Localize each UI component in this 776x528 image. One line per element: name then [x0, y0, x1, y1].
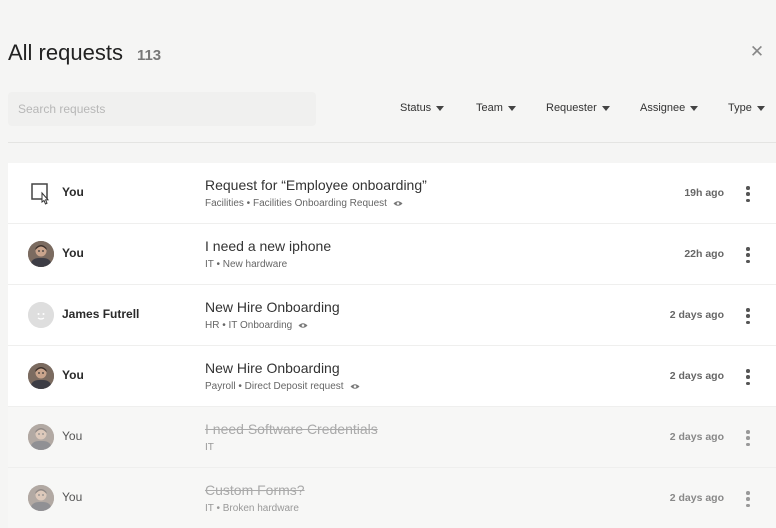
filter-label: Requester	[546, 102, 597, 114]
caret-down-icon	[507, 105, 516, 111]
request-count: 113	[136, 47, 162, 64]
request-time: 2 days ago	[669, 492, 724, 504]
watch-icon	[350, 384, 360, 389]
page-header: All requests 113	[8, 40, 161, 68]
filter-label: Type	[728, 102, 752, 114]
watch-icon	[393, 201, 403, 206]
filter-assignee[interactable]: Assignee	[640, 102, 699, 114]
request-subtitle: Payroll • Direct Deposit request	[205, 381, 360, 392]
requester-name: James Futrell	[62, 307, 140, 321]
request-row[interactable]: You I need Software Credentials IT 2 days a…	[8, 407, 776, 468]
request-time: 2 days ago	[669, 370, 724, 382]
more-options-icon[interactable]	[740, 244, 756, 266]
requester-name: You	[62, 429, 83, 443]
request-subtitle: IT	[205, 442, 214, 453]
request-title[interactable]: Request for “Employee onboarding”	[205, 177, 427, 193]
filter-type[interactable]: Type	[728, 102, 765, 114]
request-time: 22h ago	[684, 248, 724, 260]
request-row[interactable]: You New Hire Onboarding Payroll • Direct D…	[8, 346, 776, 407]
request-row[interactable]: You Custom Forms? IT • Broken hardware 2 da…	[8, 468, 776, 528]
caret-down-icon	[690, 105, 699, 111]
avatar	[28, 241, 54, 267]
watch-icon	[298, 323, 308, 328]
close-icon[interactable]: ✕	[749, 43, 765, 60]
request-category: HR • IT Onboarding	[205, 320, 293, 331]
requester-name: You	[62, 490, 83, 504]
avatar	[28, 485, 54, 511]
avatar-placeholder	[28, 302, 54, 328]
request-row[interactable]: You I need a new iphone IT • New hardware 2…	[8, 224, 776, 285]
request-time: 2 days ago	[669, 309, 724, 321]
more-options-icon[interactable]	[740, 305, 756, 327]
divider	[8, 142, 776, 143]
more-options-icon[interactable]	[740, 488, 756, 510]
request-category: IT • New hardware	[205, 259, 288, 270]
avatar	[28, 424, 54, 450]
filter-team[interactable]: Team	[476, 102, 516, 114]
filter-label: Team	[476, 102, 503, 114]
more-options-icon[interactable]	[740, 366, 756, 388]
caret-down-icon	[601, 105, 610, 111]
request-title[interactable]: I need Software Credentials	[205, 421, 378, 437]
more-options-icon[interactable]	[740, 427, 756, 449]
request-title[interactable]: New Hire Onboarding	[205, 299, 340, 315]
request-subtitle: IT • New hardware	[205, 259, 287, 270]
caret-down-icon	[436, 105, 445, 111]
request-list: You Request for “Employee onboarding” Faci…	[8, 163, 776, 528]
caret-down-icon	[756, 105, 765, 111]
request-category: Payroll • Direct Deposit request	[205, 381, 344, 392]
request-title[interactable]: Custom Forms?	[205, 482, 305, 498]
filter-label: Status	[400, 102, 432, 114]
avatar	[28, 363, 54, 389]
request-form-icon	[28, 180, 54, 206]
request-category: IT • Broken hardware	[205, 503, 299, 514]
request-time: 19h ago	[684, 187, 724, 199]
requester-name: You	[62, 185, 84, 199]
filter-requester[interactable]: Requester	[546, 102, 610, 114]
request-subtitle: IT • Broken hardware	[205, 503, 299, 514]
requester-name: You	[62, 368, 84, 382]
request-row[interactable]: James Futrell New Hire Onboarding HR • IT …	[8, 285, 776, 346]
request-subtitle: Facilities • Facilities Onboarding Reque…	[205, 198, 403, 209]
request-title[interactable]: I need a new iphone	[205, 238, 331, 254]
request-time: 2 days ago	[669, 431, 724, 443]
request-row[interactable]: You Request for “Employee onboarding” Faci…	[8, 163, 776, 224]
filter-status[interactable]: Status	[400, 102, 445, 114]
filter-bar: Status Team Requester Assignee Type	[0, 102, 776, 118]
request-category: Facilities • Facilities Onboarding Reque…	[205, 198, 387, 209]
request-subtitle: HR • IT Onboarding	[205, 320, 308, 331]
request-title[interactable]: New Hire Onboarding	[205, 360, 340, 376]
filter-label: Assignee	[640, 102, 686, 114]
requester-name: You	[62, 246, 84, 260]
page-title: All requests	[8, 40, 123, 65]
more-options-icon[interactable]	[740, 183, 756, 205]
request-category: IT	[205, 442, 214, 453]
